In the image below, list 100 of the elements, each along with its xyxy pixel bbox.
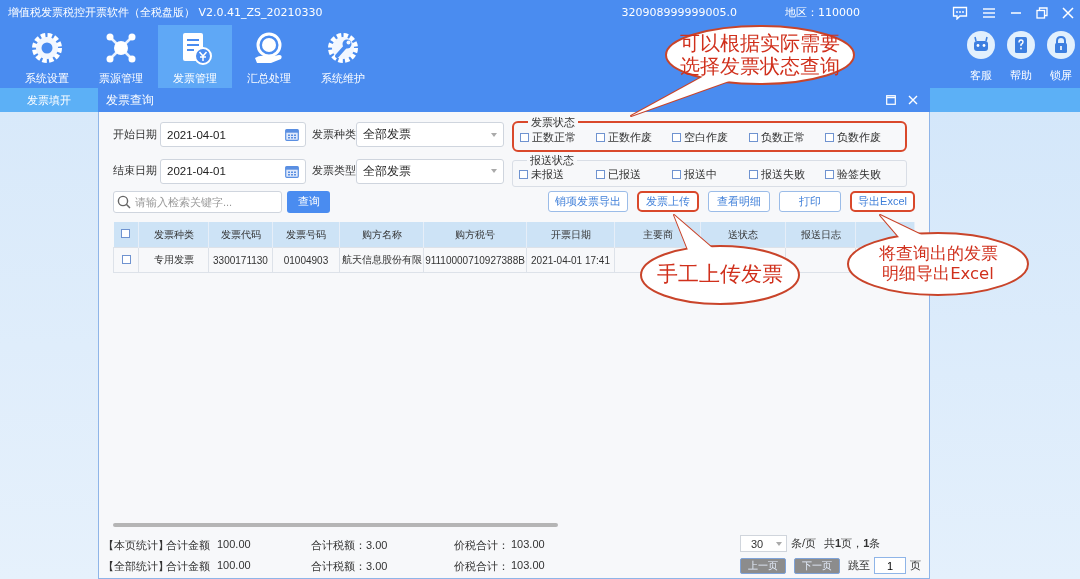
toolbar-button[interactable]: 锁屏	[1046, 25, 1076, 88]
horizontal-scrollbar[interactable]	[113, 523, 558, 527]
field-label: 开始日期	[113, 127, 158, 142]
checkbox-label: 已报送	[607, 167, 641, 182]
region-code: 地区：110000	[785, 5, 860, 20]
checkbox-label: 未报送	[531, 167, 564, 182]
summary-value: 103.00	[511, 538, 546, 552]
checkbox[interactable]	[121, 229, 131, 238]
checkbox-label: 验签失败	[837, 167, 882, 182]
page-number-field[interactable]: 1	[874, 557, 906, 574]
dialog-title: 发票查询	[106, 92, 155, 108]
checkbox[interactable]	[748, 133, 758, 142]
dropdown-field[interactable]: 全部发票	[356, 122, 504, 147]
checkbox-label: 正数正常	[532, 130, 576, 145]
checkbox[interactable]	[825, 170, 835, 179]
checkbox-label: 负数正常	[760, 130, 805, 145]
summary-value: 100.00	[217, 559, 252, 573]
summary-value: 100.00	[217, 538, 252, 552]
menu-icon[interactable]	[982, 6, 996, 19]
group-legend: 发票状态	[528, 117, 578, 127]
search-button[interactable]: 查询	[287, 190, 330, 213]
robot-icon	[966, 30, 996, 60]
close-icon[interactable]	[908, 95, 918, 105]
checkbox[interactable]	[519, 170, 528, 179]
maximize-icon[interactable]	[886, 95, 896, 105]
toolbar-tab[interactable]: 系统设置	[10, 25, 84, 88]
dropdown-caret-icon	[491, 132, 497, 137]
chat-icon[interactable]	[952, 5, 968, 20]
gear-icon	[29, 30, 65, 66]
checkbox-label: 空白作废	[684, 130, 729, 145]
table-cell: 01004903	[272, 247, 340, 273]
checkbox[interactable]	[824, 133, 834, 142]
close-icon[interactable]	[1062, 6, 1074, 19]
checkbox[interactable]	[748, 170, 758, 179]
checkbox-label: 负数作废	[836, 130, 881, 145]
summary-label: 【全部统计】	[103, 559, 166, 574]
action-button[interactable]: 发票上传	[637, 191, 700, 212]
calendar-icon	[285, 164, 299, 178]
dropdown-caret-icon	[491, 169, 497, 173]
column-header: 开票日期	[526, 222, 615, 248]
app-title: 增值税发票税控开票软件（全税盘版） V2.0.41_ZS_20210330	[8, 5, 324, 20]
summary-label: 合计金额	[166, 538, 211, 553]
search-icon	[117, 194, 131, 209]
side-tab[interactable]: 发票填开	[0, 88, 98, 112]
summary-value: 103.00	[511, 559, 546, 573]
column-header: 送状态	[700, 222, 786, 248]
callout-text: 将查询出的发票 明细导出Excel	[878, 244, 998, 284]
field-label: 结束日期	[113, 164, 158, 178]
page-size-dropdown[interactable]: 30	[740, 535, 787, 552]
toolbar-button[interactable]: 客服	[966, 25, 996, 88]
callout-text: 可以根据实际需要 选择发票状态查询	[680, 31, 840, 79]
field-label: 发票种类	[312, 127, 356, 142]
jump-label: 跳至	[848, 558, 870, 573]
table-cell: 3300171130	[208, 247, 273, 273]
column-header: 购方名称	[339, 222, 424, 248]
wrench-gear-icon	[325, 30, 361, 66]
checkbox[interactable]	[672, 170, 682, 179]
summary-label: 价税合计：	[454, 559, 510, 574]
dropdown-caret-icon	[776, 541, 782, 546]
toolbar-button[interactable]: 帮助	[1006, 25, 1036, 88]
toolbar-tab[interactable]: 发票管理	[158, 25, 232, 88]
column-header: 购方税号	[423, 222, 527, 248]
date-field[interactable]: 2021-04-01	[160, 122, 306, 147]
toolbar-tab[interactable]: 汇总处理	[232, 25, 306, 88]
column-header: 报送日志	[785, 222, 856, 248]
checkbox-label: 报送中	[684, 167, 718, 182]
column-header: 发票号码	[272, 222, 340, 248]
checkbox[interactable]	[520, 133, 529, 142]
date-field[interactable]: 2021-04-01	[160, 158, 306, 184]
summary-value: 合计税额：3.00	[311, 559, 389, 574]
checkbox[interactable]	[672, 133, 682, 142]
dropdown-field[interactable]: 全部发票	[356, 158, 504, 184]
search-field[interactable]: 请输入检索关键字...	[113, 190, 282, 213]
page-size-unit: 条/页	[791, 536, 817, 551]
column-header: 发票代码	[208, 222, 273, 248]
restore-icon[interactable]	[1036, 6, 1048, 19]
checkbox[interactable]	[596, 133, 606, 142]
checkbox[interactable]	[121, 254, 131, 264]
summary-label: 【本页统计】	[103, 538, 166, 553]
table-cell: 2021-04-01 17:41	[526, 247, 615, 273]
group-legend: 报送状态	[527, 155, 577, 165]
table-cell: 专用发票	[138, 247, 209, 273]
summary-label: 价税合计：	[454, 538, 510, 553]
page-totals: 共1页，1条	[824, 536, 881, 551]
help-book-icon	[1006, 30, 1036, 60]
column-header: 发票种类	[138, 222, 209, 248]
toolbar-tab[interactable]: 票源管理	[84, 25, 158, 88]
checkbox-label: 报送失败	[760, 167, 805, 182]
action-button[interactable]: 销项发票导出	[548, 191, 629, 212]
table-cell: 91110000710927388B	[423, 247, 527, 273]
summary-value: 合计税额：3.00	[311, 538, 389, 553]
checkbox[interactable]	[595, 170, 605, 179]
lock-icon	[1046, 30, 1076, 60]
action-button[interactable]: 导出Excel	[850, 191, 915, 212]
action-button[interactable]: 打印	[779, 191, 842, 212]
callout-text: 手工上传发票	[657, 262, 783, 288]
action-button[interactable]: 查看明细	[708, 191, 771, 212]
calendar-icon	[285, 128, 299, 141]
table-cell: 航天信息股份有限	[339, 247, 424, 273]
toolbar-tab[interactable]: 系统维护	[306, 25, 380, 88]
